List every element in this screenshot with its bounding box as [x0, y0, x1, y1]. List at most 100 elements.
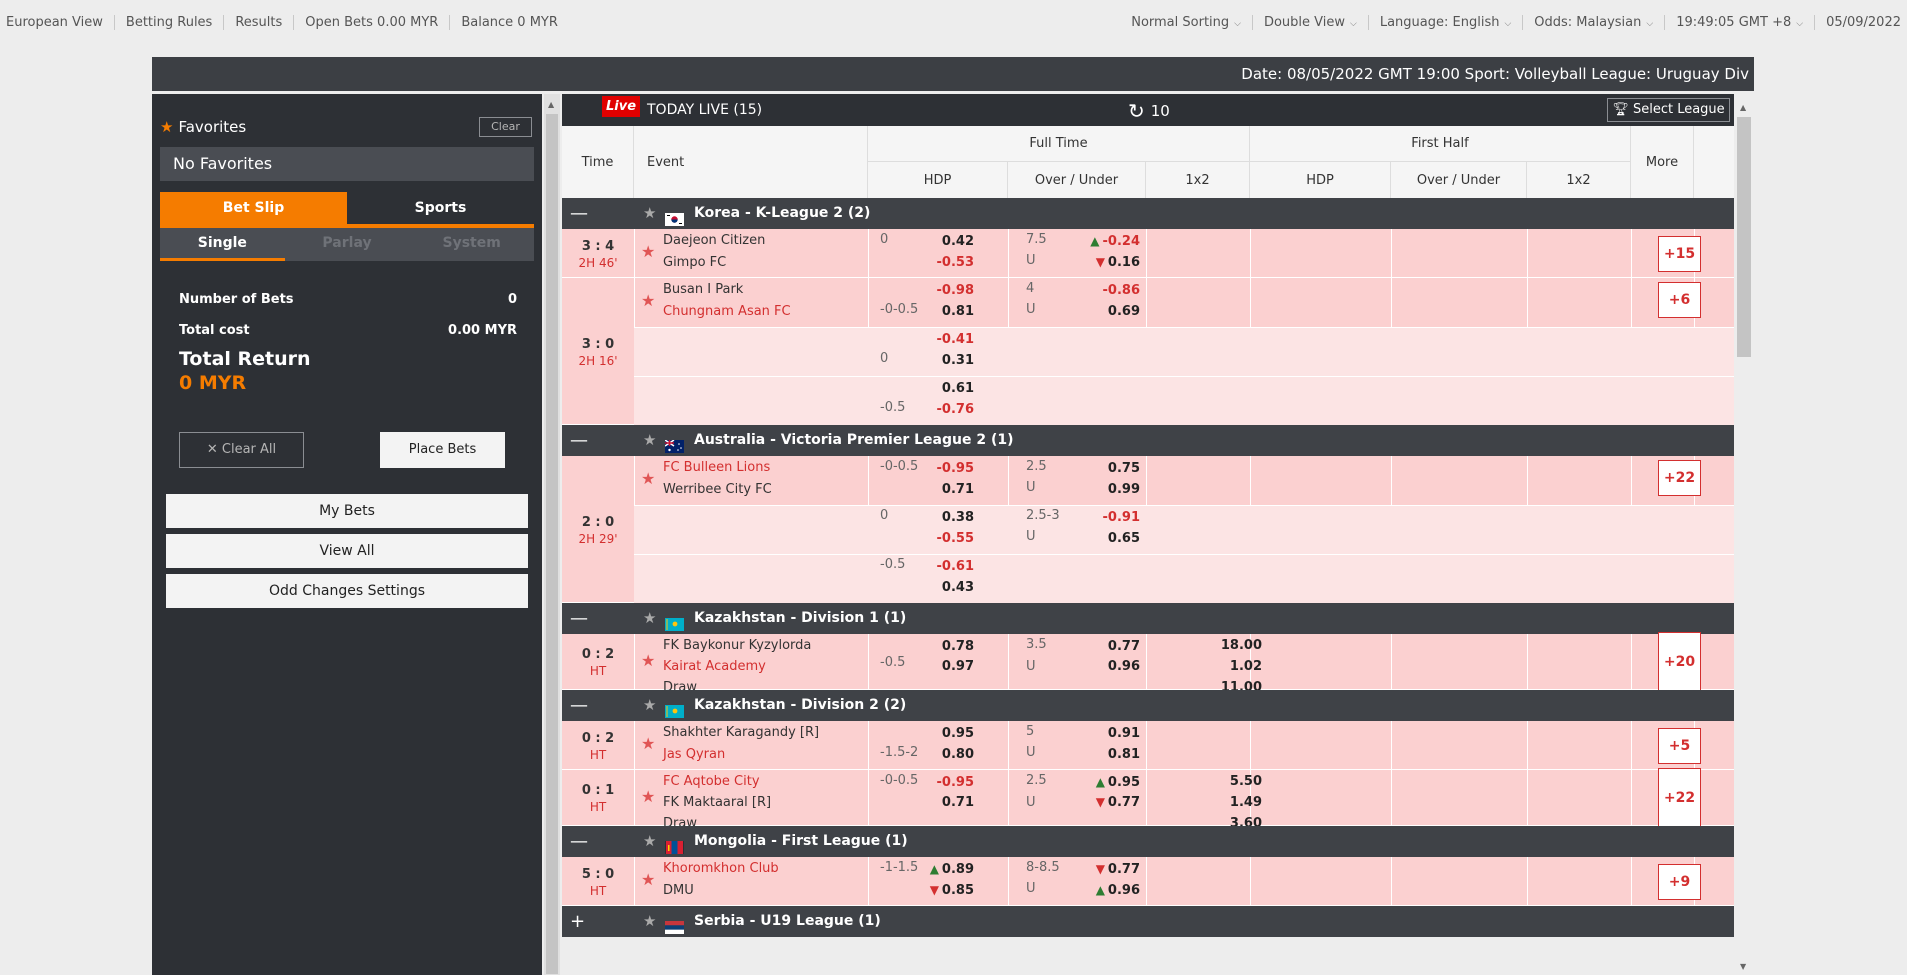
hdp-odd-home[interactable]: ▲ 0.89	[894, 862, 974, 877]
top-nav-dropdown[interactable]: 19:49:05 GMT +8 ⌵	[1664, 15, 1814, 30]
ou-odd-under[interactable]: 0.81	[1012, 747, 1140, 762]
hdp-odd-away[interactable]: -0.55	[894, 531, 974, 546]
ou-odd-under[interactable]: 0.96	[1012, 659, 1140, 674]
league-header[interactable]: — ★ Mongolia - First League (1)	[562, 826, 1734, 857]
x12-odd-home[interactable]: 5.50	[1182, 774, 1262, 789]
top-nav-dropdown[interactable]: Normal Sorting ⌵	[1131, 15, 1252, 30]
ou-odd-under[interactable]: ▼ 0.16	[1012, 255, 1140, 270]
hdp-odd-home[interactable]: -0.95	[894, 461, 974, 476]
hdp-odd-home[interactable]: 0.38	[894, 510, 974, 525]
x12-odd-away[interactable]: 1.02	[1182, 659, 1262, 674]
ou-odd-over[interactable]: ▲ -0.24	[1012, 234, 1140, 249]
scroll-down-icon[interactable]: ▼	[1740, 962, 1746, 971]
ou-odd-under[interactable]: 0.65	[1012, 531, 1140, 546]
more-markets-button[interactable]: +6	[1658, 282, 1701, 318]
star-icon[interactable]: ★	[643, 425, 656, 456]
ou-odd-under[interactable]: 0.99	[1012, 482, 1140, 497]
league-header[interactable]: — ★ Korea - K-League 2 (2)	[562, 198, 1734, 229]
hdp-odd-home[interactable]: 0.61	[894, 381, 974, 396]
hdp-odd-home[interactable]: -0.98	[894, 283, 974, 298]
more-markets-button[interactable]: +20	[1658, 632, 1701, 692]
tab-parlay[interactable]: Parlay	[285, 228, 410, 261]
star-icon[interactable]: ★	[643, 826, 656, 857]
ou-odd-over[interactable]: -0.91	[1012, 510, 1140, 525]
hdp-odd-away[interactable]: 0.31	[894, 353, 974, 368]
collapse-icon[interactable]: —	[570, 425, 588, 456]
favorite-star-icon[interactable]: ★	[641, 651, 655, 670]
more-markets-button[interactable]: +22	[1658, 768, 1701, 828]
star-icon[interactable]: ★	[643, 690, 656, 721]
expand-icon[interactable]: +	[570, 906, 585, 937]
hdp-odd-home[interactable]: -0.61	[894, 559, 974, 574]
top-nav-dropdown[interactable]: 05/09/2022	[1814, 15, 1901, 30]
league-header[interactable]: + ★ Serbia - U19 League (1)	[562, 906, 1734, 937]
ou-odd-over[interactable]: 0.75	[1012, 461, 1140, 476]
scroll-up-icon[interactable]: ▲	[548, 100, 554, 109]
main-scrollbar[interactable]: ▲ ▼	[1734, 99, 1754, 975]
league-header[interactable]: — ★ Kazakhstan - Division 1 (1)	[562, 603, 1734, 634]
ou-odd-over[interactable]: 0.77	[1012, 639, 1140, 654]
ou-odd-under[interactable]: ▲ 0.96	[1012, 883, 1140, 898]
star-icon[interactable]: ★	[643, 603, 656, 634]
sidebar-scrollbar[interactable]: ▲	[544, 94, 560, 975]
top-nav-dropdown[interactable]: Double View ⌵	[1251, 15, 1368, 30]
select-league-button[interactable]: 🏆︎ Select League	[1607, 98, 1730, 122]
top-nav-link[interactable]: European View	[6, 15, 114, 30]
hdp-odd-away[interactable]: 0.81	[894, 304, 974, 319]
tab-sports[interactable]: Sports	[347, 192, 534, 224]
more-markets-button[interactable]: +15	[1658, 235, 1701, 272]
top-nav-link[interactable]: Open Bets 0.00 MYR	[293, 15, 449, 30]
star-icon[interactable]: ★	[643, 198, 656, 229]
my-bets-button[interactable]: My Bets	[166, 494, 528, 528]
collapse-icon[interactable]: —	[570, 826, 588, 857]
collapse-icon[interactable]: —	[570, 198, 588, 229]
ou-odd-over[interactable]: -0.86	[1012, 283, 1140, 298]
scroll-up-icon[interactable]: ▲	[1740, 103, 1746, 112]
top-nav-dropdown[interactable]: Language: English ⌵	[1367, 15, 1522, 30]
x12-odd-away[interactable]: 1.49	[1182, 795, 1262, 810]
refresh-button[interactable]: ↻ 10	[1128, 99, 1170, 123]
favorite-star-icon[interactable]: ★	[641, 291, 655, 310]
collapse-icon[interactable]: —	[570, 603, 588, 634]
favorite-star-icon[interactable]: ★	[641, 242, 655, 261]
hdp-odd-home[interactable]: 0.42	[894, 234, 974, 249]
clear-favorites-button[interactable]: Clear	[479, 117, 532, 137]
top-nav-link[interactable]: Results	[223, 15, 293, 30]
favorite-star-icon[interactable]: ★	[641, 469, 655, 488]
hdp-odd-away[interactable]: ▼ 0.85	[894, 883, 974, 898]
x12-odd-home[interactable]: 18.00	[1182, 638, 1262, 653]
league-header[interactable]: — ★ Kazakhstan - Division 2 (2)	[562, 690, 1734, 721]
hdp-odd-away[interactable]: 0.71	[894, 482, 974, 497]
hdp-odd-away[interactable]: 0.80	[894, 747, 974, 762]
hdp-odd-away[interactable]: 0.97	[894, 659, 974, 674]
hdp-odd-away[interactable]: 0.71	[894, 795, 974, 810]
more-markets-button[interactable]: +5	[1658, 727, 1701, 764]
ou-odd-under[interactable]: 0.69	[1012, 304, 1140, 319]
scroll-thumb[interactable]	[1737, 117, 1751, 357]
tab-bet-slip[interactable]: Bet Slip	[160, 192, 347, 224]
more-markets-button[interactable]: +22	[1658, 460, 1701, 496]
place-bets-button[interactable]: Place Bets	[380, 432, 505, 468]
hdp-odd-home[interactable]: -0.95	[894, 775, 974, 790]
top-nav-link[interactable]: Balance 0 MYR	[449, 15, 569, 30]
hdp-odd-away[interactable]: 0.43	[894, 580, 974, 595]
view-all-button[interactable]: View All	[166, 534, 528, 568]
ou-odd-over[interactable]: ▼ 0.77	[1012, 862, 1140, 877]
hdp-odd-home[interactable]: 0.95	[894, 726, 974, 741]
more-markets-button[interactable]: +9	[1658, 863, 1701, 900]
hdp-odd-away[interactable]: -0.53	[894, 255, 974, 270]
clear-all-button[interactable]: ✕ Clear All	[179, 432, 304, 468]
tab-single[interactable]: Single	[160, 228, 285, 261]
top-nav-dropdown[interactable]: Odds: Malaysian ⌵	[1522, 15, 1664, 30]
tab-system[interactable]: System	[409, 228, 534, 261]
ou-odd-under[interactable]: ▼ 0.77	[1012, 795, 1140, 810]
league-header[interactable]: — ★ Australia - Victoria Premier League 2 …	[562, 425, 1734, 456]
favorite-star-icon[interactable]: ★	[641, 787, 655, 806]
collapse-icon[interactable]: —	[570, 690, 588, 721]
star-icon[interactable]: ★	[643, 906, 656, 937]
odd-changes-settings-button[interactable]: Odd Changes Settings	[166, 574, 528, 608]
ou-odd-over[interactable]: ▲ 0.95	[1012, 775, 1140, 790]
hdp-odd-away[interactable]: -0.76	[894, 402, 974, 417]
top-nav-link[interactable]: Betting Rules	[113, 15, 223, 30]
hdp-odd-home[interactable]: -0.41	[894, 332, 974, 347]
